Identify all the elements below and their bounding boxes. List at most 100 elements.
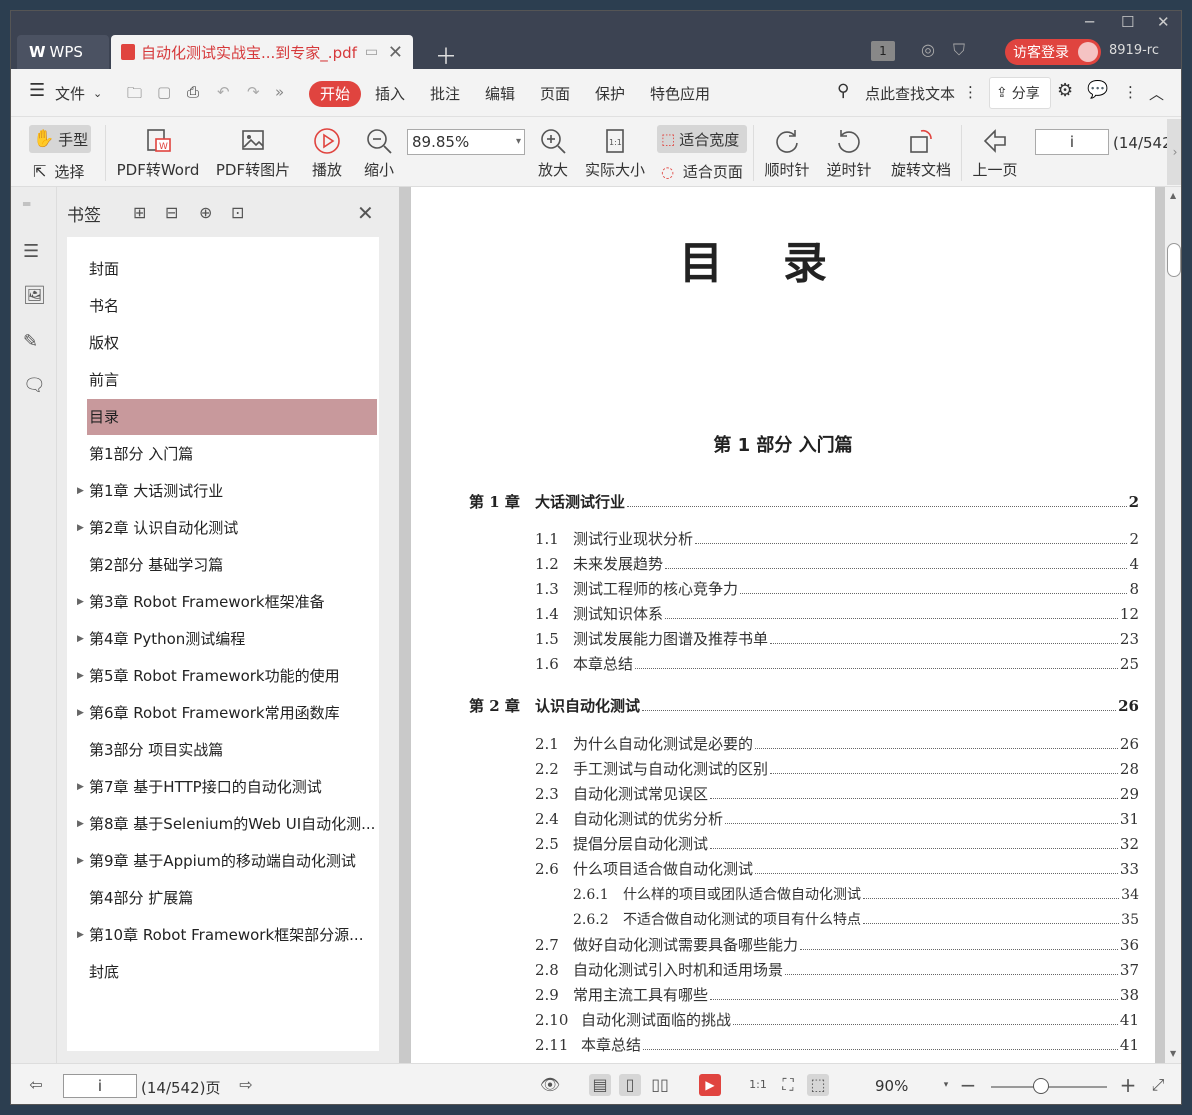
arrow-left-icon[interactable]: ⇦ (25, 1074, 47, 1096)
pdf-to-word-button[interactable]: W PDF转Word (115, 127, 201, 180)
actual-size-icon[interactable]: 1:1 (747, 1074, 769, 1096)
rotate-cw-button[interactable]: 顺时针 (763, 127, 811, 180)
bookmark-item[interactable]: ▶ 第2章 认识自动化测试 (67, 510, 379, 546)
expand-arrow-icon[interactable]: ▶ (77, 843, 84, 879)
bookmark-item[interactable]: 第3部分 项目实战篇 (67, 732, 379, 768)
comment-panel-icon[interactable]: 🗨 (23, 375, 46, 397)
open-folder-icon[interactable]: 🗀 (127, 83, 142, 108)
menu-file[interactable]: 文件 (55, 83, 85, 104)
zoom-slider-track[interactable] (991, 1086, 1107, 1088)
previous-page-button[interactable]: 上一页 (971, 127, 1019, 180)
two-page-icon[interactable]: ▯▯ (649, 1074, 671, 1096)
toc-entry[interactable]: 2.8 自动化测试引入时机和适用场景 37 (535, 959, 1139, 980)
zoom-out-icon[interactable]: − (957, 1074, 979, 1096)
bookmark-item[interactable]: ▶ 第7章 基于HTTP接口的自动化测试 (67, 769, 379, 805)
hamburger-icon[interactable]: ☰ (29, 80, 45, 101)
toc-entry[interactable]: 2.6.1 什么样的项目或团队适合做自动化测试 34 (573, 884, 1139, 904)
toc-entry[interactable]: 2.6 什么项目适合做自动化测试 33 (535, 858, 1139, 879)
bookmark-item[interactable]: ▶ 第3章 Robot Framework框架准备 (67, 584, 379, 620)
expand-all-icon[interactable]: ⊞ (133, 203, 146, 222)
zoom-in-icon[interactable]: + (1117, 1074, 1139, 1096)
collapse-ribbon-icon[interactable]: ︿ (1149, 83, 1164, 104)
more-icon[interactable]: » (275, 83, 284, 101)
hand-tool-button[interactable]: ✋ 手型 (29, 125, 91, 153)
bookmark-item[interactable]: 第4部分 扩展篇 (67, 880, 379, 916)
expand-arrow-icon[interactable]: ▶ (77, 473, 84, 509)
menu-annotate[interactable]: 批注 (430, 83, 460, 104)
rotate-document-button[interactable]: 旋转文档 (889, 127, 953, 180)
chevron-down-icon[interactable]: ▾ (935, 1074, 957, 1096)
play-button[interactable]: 播放 (307, 127, 347, 180)
menu-protect[interactable]: 保护 (595, 83, 625, 104)
skin-icon[interactable]: ◎ (921, 40, 935, 59)
toc-entry[interactable]: 2.9 常用主流工具有哪些 38 (535, 984, 1139, 1005)
toc-entry[interactable]: 1.4 测试知识体系 12 (535, 603, 1139, 624)
bookmark-item[interactable]: ▶ 第4章 Python测试编程 (67, 621, 379, 657)
drag-handle[interactable]: ═ (23, 197, 45, 219)
bookmark-options-icon[interactable]: ⊡ (231, 203, 244, 222)
zoom-in-button[interactable]: 放大 (535, 127, 571, 180)
vertical-scrollbar[interactable]: ▲ ▼ (1165, 187, 1181, 1063)
menu-insert[interactable]: 插入 (375, 83, 405, 104)
shirt-icon[interactable]: ⛉ (953, 40, 965, 60)
eye-icon[interactable]: 👁 (539, 1074, 561, 1096)
menu-special[interactable]: 特色应用 (650, 83, 710, 104)
print-icon[interactable]: ⎙ (187, 83, 199, 101)
arrow-right-icon[interactable]: ⇨ (235, 1074, 257, 1096)
fullscreen-icon[interactable]: ⤢ (1147, 1074, 1169, 1096)
chevron-down-icon[interactable]: ⌄ (93, 87, 102, 100)
bookmark-item[interactable]: ▶ 第10章 Robot Framework框架部分源... (67, 917, 379, 953)
toc-entry[interactable]: 1.2 未来发展趋势 4 (535, 553, 1139, 574)
toc-entry[interactable]: 1.6 本章总结 25 (535, 653, 1139, 674)
page-number-input[interactable]: i (1035, 129, 1109, 155)
vertical-dots-icon[interactable]: ⋮ (963, 83, 978, 101)
close-panel-icon[interactable]: ✕ (357, 201, 374, 225)
expand-arrow-icon[interactable]: ▶ (77, 510, 84, 546)
close-tab-icon[interactable]: ✕ (388, 42, 403, 63)
toc-entry[interactable]: 2.6.2 不适合做自动化测试的项目有什么特点 35 (573, 909, 1139, 929)
bookmark-item[interactable]: 封底 (67, 954, 379, 990)
scroll-down-arrow[interactable]: ▼ (1170, 1049, 1176, 1058)
window-count-badge[interactable]: 1 (871, 41, 895, 61)
toc-entry[interactable]: 2.2 手工测试与自动化测试的区别 28 (535, 758, 1139, 779)
toc-entry[interactable]: 第 2 章认识自动化测试 26 (469, 695, 1139, 716)
undo-icon[interactable]: ↶ (217, 83, 230, 101)
menu-start[interactable]: 开始 (309, 81, 361, 107)
bookmark-item[interactable]: 第1部分 入门篇 (67, 436, 379, 472)
tab-document[interactable]: 自动化测试实战宝...到专家_.pdf ▭ ✕ (111, 35, 413, 69)
expand-arrow-icon[interactable]: ▶ (77, 658, 84, 694)
select-tool-button[interactable]: ⇱ 选择 (33, 161, 84, 182)
toc-entry[interactable]: 2.1 为什么自动化测试是必要的 26 (535, 733, 1139, 754)
zoom-select[interactable]: 89.85% ▾ (407, 129, 525, 155)
document-view[interactable]: 目录 第 1 部分 入门篇 第 1 章大话测试行业 2 1.1 测试行业现状分析 2 1.… (399, 187, 1165, 1067)
bookmark-item[interactable]: 前言 (67, 362, 379, 398)
bookmark-item[interactable]: ▶ 第9章 基于Appium的移动端自动化测试 (67, 843, 379, 879)
guest-login-button[interactable]: 访客登录 (1005, 39, 1101, 65)
screen-icon[interactable]: ▭ (365, 44, 378, 60)
new-tab-button[interactable]: ＋ (435, 39, 457, 71)
status-page-input[interactable]: i (63, 1074, 137, 1098)
bookmark-item[interactable]: ▶ 第6章 Robot Framework常用函数库 (67, 695, 379, 731)
comment-icon[interactable]: 💬 (1087, 80, 1108, 100)
status-zoom-value[interactable]: 90% (875, 1077, 908, 1095)
search-icon[interactable]: ⚲ (837, 81, 849, 101)
toc-entry[interactable]: 1.3 测试工程师的核心竞争力 8 (535, 578, 1139, 599)
bookmark-item[interactable]: 封面 (67, 251, 379, 287)
more-vertical-icon[interactable]: ⋮ (1123, 83, 1138, 101)
close-window-button[interactable]: ✕ (1157, 13, 1170, 31)
pdf-to-image-button[interactable]: PDF转图片 (215, 127, 291, 180)
fit-width-icon[interactable]: ⬚ (807, 1074, 829, 1096)
bookmark-item[interactable]: 目录 (87, 399, 377, 435)
thumbnail-icon[interactable]: 🖼 (23, 285, 46, 307)
zoom-out-button[interactable]: 缩小 (361, 127, 397, 180)
minimize-button[interactable]: ─ (1085, 13, 1094, 31)
share-button[interactable]: ⇪ 分享 (989, 77, 1051, 109)
zoom-slider-knob[interactable] (1033, 1078, 1049, 1094)
play-slideshow-icon[interactable]: ▶ (699, 1074, 721, 1096)
expand-arrow-icon[interactable]: ▶ (77, 621, 84, 657)
fit-page-button[interactable]: ◌ 适合页面 (661, 161, 743, 182)
annotation-icon[interactable]: ✎ (23, 331, 45, 353)
single-page-icon[interactable]: ▯ (619, 1074, 641, 1096)
menu-page[interactable]: 页面 (540, 83, 570, 104)
search-text-button[interactable]: 点此查找文本 (865, 83, 955, 104)
